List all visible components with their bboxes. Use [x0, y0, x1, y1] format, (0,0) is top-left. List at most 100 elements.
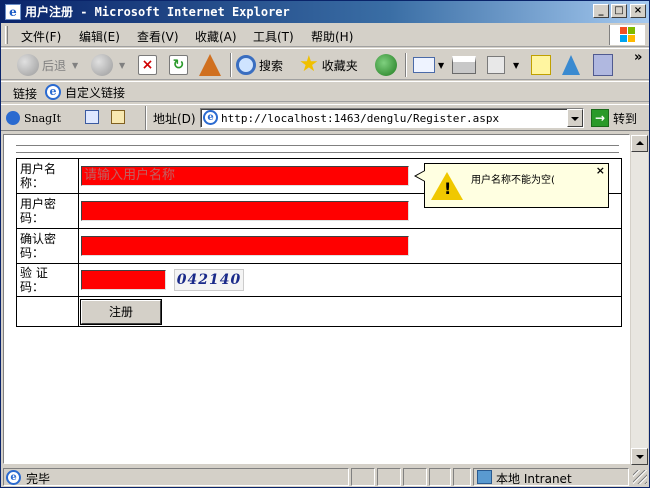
links-bar: 链接 e 自定义链接 [1, 81, 649, 102]
discuss-button[interactable] [531, 52, 551, 78]
media-button[interactable] [375, 52, 397, 78]
printer-icon [452, 56, 476, 74]
title-bar[interactable]: e 用户注册 - Microsoft Internet Explorer _ □… [1, 1, 649, 23]
ie-logo-icon: e [5, 4, 21, 20]
window-title: 用户注册 - Microsoft Internet Explorer [25, 5, 290, 19]
messenger-button[interactable] [562, 52, 580, 78]
search-button[interactable]: 搜索 [236, 52, 283, 78]
page-content: 用户名称： 请输入用户名称 用户密码： 确认密码： 验 证 码： 042140 … [3, 134, 630, 464]
address-label: 地址(D) [153, 112, 196, 126]
standard-toolbar: 后退 ▼ ▼ × ↻ 搜索 ★ 收藏夹 ▼ ▼ » [1, 48, 649, 80]
status-text-pane: e 完毕 [3, 468, 349, 486]
snagit-button[interactable]: SnagIt [6, 108, 61, 128]
confirm-password-label: 确认密码： [16, 228, 79, 264]
menu-view[interactable]: 查看(V) [137, 28, 179, 45]
go-arrow-icon: → [591, 109, 609, 127]
address-dropdown-button[interactable] [567, 109, 583, 127]
forward-dropdown-icon[interactable]: ▼ [119, 61, 125, 70]
page-icon: e [203, 110, 218, 125]
menu-bar: 文件(F) 编辑(E) 查看(V) 收藏(A) 工具(T) 帮助(H) [1, 23, 649, 47]
back-dropdown-icon[interactable]: ▼ [72, 61, 78, 70]
form-row-captcha: 验 证 码： 042140 [16, 263, 622, 297]
maximize-button[interactable]: □ [611, 4, 627, 18]
minimize-button[interactable]: _ [593, 4, 609, 18]
tooltip-close-icon[interactable]: × [596, 165, 605, 177]
windows-logo-icon [609, 25, 645, 45]
snagit-icon [6, 111, 20, 125]
top-divider [16, 145, 619, 146]
snagit-capture-icon[interactable] [85, 110, 99, 124]
page-done-icon: e [6, 470, 21, 485]
links-label: 链接 [13, 87, 38, 101]
refresh-icon: ↻ [169, 55, 188, 75]
status-pane-4 [429, 468, 451, 486]
home-button[interactable] [199, 52, 221, 78]
captcha-image[interactable]: 042140 [174, 269, 244, 291]
snagit-edit-icon[interactable] [111, 110, 125, 124]
status-pane-5 [453, 468, 471, 486]
menu-favorites[interactable]: 收藏(A) [195, 28, 237, 45]
back-arrow-icon [17, 54, 39, 76]
form-row-submit: 注册 [16, 296, 622, 327]
favorites-star-icon: ★ [299, 52, 319, 77]
validation-tooltip: ! 用户名称不能为空( × [414, 163, 609, 208]
username-input[interactable]: 请输入用户名称 [81, 166, 409, 186]
status-bar: e 完毕 本地 Intranet [1, 466, 649, 487]
edit-button[interactable]: ▼ [487, 52, 519, 78]
home-icon [199, 54, 221, 76]
zone-pane: 本地 Intranet [473, 468, 629, 486]
forward-button[interactable]: ▼ [91, 52, 125, 78]
status-text: 完毕 [26, 472, 51, 486]
refresh-button[interactable]: ↻ [169, 52, 188, 78]
ie-page-icon: e [45, 84, 61, 100]
custom-links-link[interactable]: e 自定义链接 [45, 83, 125, 101]
mail-dropdown-icon[interactable]: ▼ [438, 61, 444, 70]
register-button[interactable]: 注册 [80, 298, 162, 325]
password-input[interactable] [81, 201, 409, 221]
captcha-input[interactable] [81, 270, 166, 290]
toolbar-overflow-chevron-icon[interactable]: » [634, 51, 642, 65]
ie-window: e 用户注册 - Microsoft Internet Explorer _ □… [0, 0, 650, 488]
menu-edit[interactable]: 编辑(E) [79, 28, 120, 45]
menu-tools[interactable]: 工具(T) [253, 28, 294, 45]
top-divider-2 [16, 152, 619, 153]
scroll-down-button[interactable] [631, 448, 648, 465]
resize-grip-icon[interactable] [633, 470, 647, 484]
address-url: http://localhost:1463/denglu/Register.as… [221, 112, 500, 125]
status-pane-1 [351, 468, 375, 486]
captcha-label: 验 证 码： [16, 263, 79, 297]
intranet-zone-icon [477, 470, 492, 484]
search-icon [236, 55, 256, 75]
tooltip-tail [414, 170, 425, 182]
note-icon [531, 55, 551, 75]
password-label: 用户密码： [16, 193, 79, 229]
status-pane-3 [403, 468, 427, 486]
status-pane-2 [377, 468, 401, 486]
address-row: SnagIt 地址(D) e http://localhost:1463/den… [1, 104, 649, 131]
tooltip-message: 用户名称不能为空( [471, 175, 555, 186]
print-button[interactable] [452, 52, 476, 78]
favorites-button[interactable]: ★ 收藏夹 [299, 52, 358, 78]
forward-arrow-icon [91, 54, 113, 76]
stop-button[interactable]: × [138, 52, 157, 78]
back-button[interactable]: 后退 ▼ [17, 52, 78, 78]
edit-dropdown-icon[interactable]: ▼ [513, 61, 519, 70]
mail-button[interactable]: ▼ [413, 52, 444, 78]
edit-page-icon [487, 56, 505, 74]
address-input[interactable]: e http://localhost:1463/denglu/Register.… [200, 108, 584, 128]
vertical-scrollbar[interactable] [631, 135, 648, 465]
scroll-up-button[interactable] [631, 135, 648, 152]
go-button[interactable]: → 转到 [591, 108, 637, 128]
username-label: 用户名称： [16, 158, 79, 194]
menu-help[interactable]: 帮助(H) [311, 28, 353, 45]
media-icon [375, 54, 397, 76]
mail-icon [413, 57, 435, 73]
stop-icon: × [138, 55, 157, 75]
confirm-password-input[interactable] [81, 236, 409, 256]
menu-file[interactable]: 文件(F) [21, 28, 61, 45]
research-icon [593, 54, 613, 76]
close-button[interactable]: × [630, 4, 646, 18]
form-row-confirm: 确认密码： [16, 228, 622, 264]
research-button[interactable] [593, 52, 613, 78]
menubar-grip[interactable] [5, 26, 8, 44]
